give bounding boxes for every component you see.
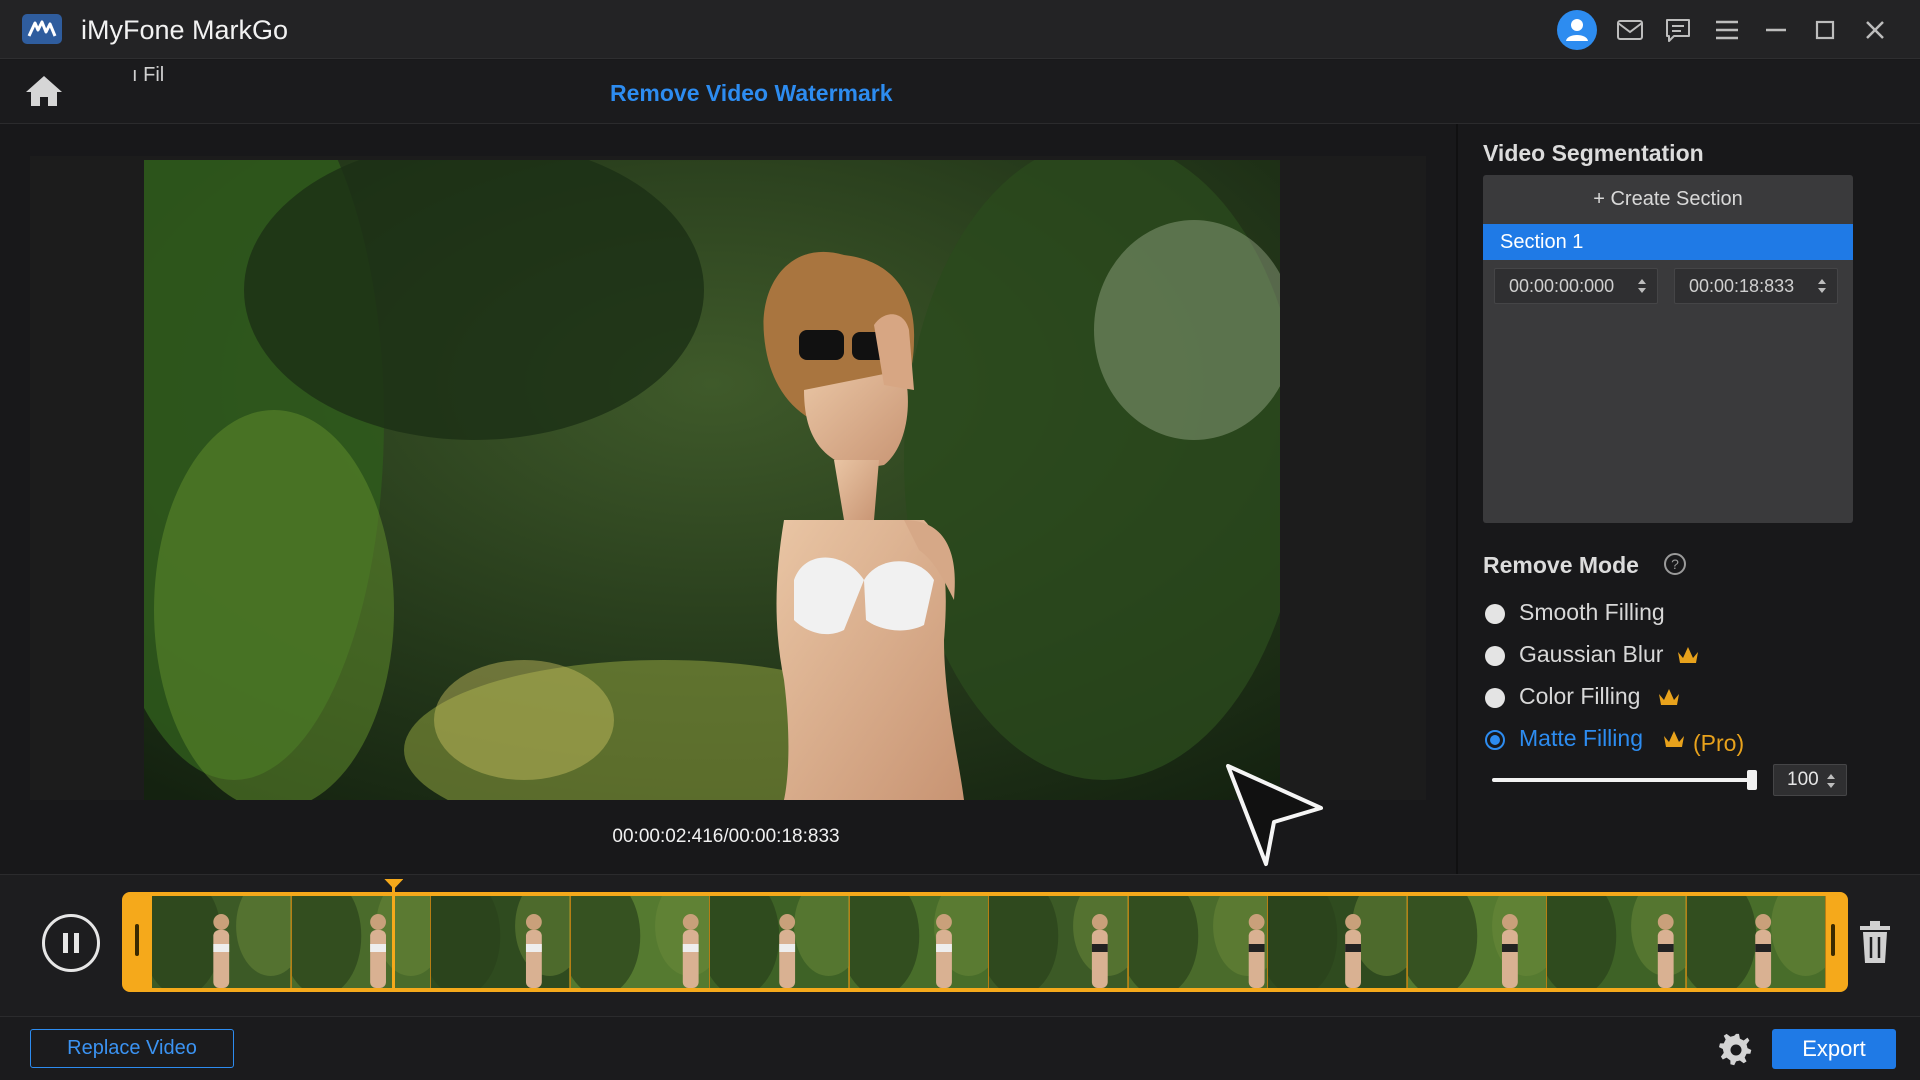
strength-value: 100 — [1787, 769, 1819, 790]
mode-color-filling[interactable]: Color Filling — [1483, 682, 1743, 716]
markgo-window: iMyFone MarkGo ı Fil Remove Video Waterm… — [0, 0, 1920, 1080]
pro-tag: (Pro) — [1693, 730, 1745, 756]
menu-icon[interactable] — [1709, 12, 1745, 48]
crown-icon — [1664, 731, 1684, 747]
strength-value-input[interactable]: 100 — [1773, 764, 1847, 796]
minimize-icon[interactable] — [1758, 12, 1794, 48]
crown-icon — [1659, 689, 1679, 705]
title-bar: iMyFone MarkGo — [0, 0, 1920, 59]
spinner-arrows-icon[interactable] — [1817, 276, 1827, 296]
replace-video-button[interactable]: Replace Video — [30, 1029, 234, 1068]
maximize-icon[interactable] — [1807, 12, 1843, 48]
radio-button-selected[interactable] — [1485, 730, 1505, 750]
chat-icon[interactable] — [1660, 12, 1696, 48]
thumbnail-frames — [142, 896, 1840, 988]
radio-button[interactable] — [1485, 646, 1505, 666]
thumbnail-frame — [1258, 896, 1422, 988]
section-start-time: 00:00:00:000 — [1509, 276, 1615, 296]
app-logo-icon — [22, 14, 62, 44]
section-start-time-field[interactable]: 00:00:00:000 — [1494, 268, 1658, 304]
radio-button[interactable] — [1485, 604, 1505, 624]
export-button[interactable]: Export — [1772, 1029, 1896, 1069]
mail-icon[interactable] — [1612, 12, 1648, 48]
section-row[interactable]: Section 1 — [1483, 224, 1853, 260]
section-label: Section 1 — [1500, 231, 1584, 253]
thumbnail-frame — [700, 896, 864, 988]
segment-list: + Create Section Section 1 00:00:00:000 … — [1483, 175, 1853, 523]
mode-label: Matte Filling — [1519, 725, 1643, 751]
mode-gaussian-blur[interactable]: Gaussian Blur — [1483, 640, 1743, 674]
top-nav: ı Fil Remove Video Watermark — [0, 60, 1920, 124]
user-icon[interactable] — [1557, 10, 1597, 50]
trim-handle-left[interactable] — [135, 924, 139, 956]
playback-timecode: 00:00:02:416/00:00:18:833 — [612, 826, 840, 847]
thumbnail-frame — [560, 896, 724, 988]
mouse-pointer-icon — [1226, 764, 1324, 873]
strength-slider-track[interactable] — [1492, 778, 1754, 782]
thumbnail-frame — [1537, 896, 1701, 988]
remove-mode-title: Remove Mode — [1483, 552, 1639, 578]
thumbnail-frame — [979, 896, 1143, 988]
video-segmentation-title: Video Segmentation — [1483, 140, 1704, 166]
close-icon[interactable] — [1857, 12, 1893, 48]
panel-divider — [1456, 124, 1458, 874]
mode-matte-filling[interactable]: Matte Filling — [1483, 724, 1693, 758]
home-icon[interactable] — [22, 72, 66, 110]
mode-smooth-filling[interactable]: Smooth Filling — [1483, 598, 1743, 632]
spinner-arrows-icon[interactable] — [1826, 771, 1836, 791]
section-end-time-field[interactable]: 00:00:18:833 — [1674, 268, 1838, 304]
help-icon[interactable]: ? — [1664, 553, 1686, 575]
video-frame[interactable] — [144, 160, 1280, 800]
section-end-time: 00:00:18:833 — [1689, 276, 1795, 296]
create-section-button[interactable]: + Create Section — [1483, 175, 1853, 223]
spinner-arrows-icon[interactable] — [1637, 276, 1647, 296]
thumbnail-frame — [142, 896, 306, 988]
pause-button[interactable] — [42, 914, 100, 972]
footer-bar — [0, 1016, 1920, 1080]
radio-button[interactable] — [1485, 688, 1505, 708]
timeline-strip[interactable] — [122, 892, 1848, 992]
mode-label: Smooth Filling — [1519, 599, 1665, 625]
page-title: Remove Video Watermark — [610, 80, 893, 106]
trim-handle-right[interactable] — [1831, 924, 1835, 956]
crown-icon — [1678, 647, 1698, 663]
settings-gear-icon[interactable] — [1718, 1032, 1754, 1068]
thumbnail-frame — [1397, 896, 1561, 988]
strength-slider-thumb[interactable] — [1747, 770, 1757, 790]
app-title: iMyFone MarkGo — [81, 15, 289, 45]
thumbnail-frame — [839, 896, 1003, 988]
trash-icon[interactable] — [1856, 918, 1894, 966]
mode-label: Gaussian Blur — [1519, 641, 1664, 667]
thumbnail-frame — [1676, 896, 1840, 988]
thumbnail-frame — [281, 896, 445, 988]
breadcrumb[interactable]: ı Fil — [132, 64, 164, 87]
mode-label: Color Filling — [1519, 683, 1641, 709]
thumbnail-frame — [1118, 896, 1282, 988]
playhead[interactable] — [392, 884, 396, 992]
thumbnail-frame — [421, 896, 585, 988]
